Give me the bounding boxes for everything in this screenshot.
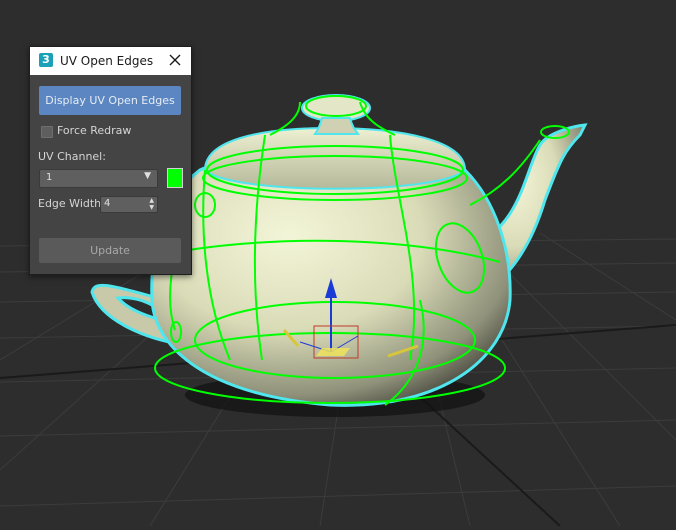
teapot-lid <box>203 126 467 190</box>
spinner-arrows-icon[interactable]: ▲ ▼ <box>149 197 154 211</box>
force-redraw-label: Force Redraw <box>57 124 132 137</box>
display-uv-open-edges-button[interactable]: Display UV Open Edges <box>39 86 181 115</box>
gizmo-axis-label: z <box>330 266 335 276</box>
teapot-knob-stem <box>313 117 360 135</box>
uv-open-edges-dialog: 3 UV Open Edges Display UV Open Edges Fo… <box>29 46 192 275</box>
uv-channel-label: UV Channel: <box>38 150 106 163</box>
edge-color-swatch[interactable] <box>167 168 183 188</box>
update-button[interactable]: Update <box>39 238 181 263</box>
close-icon <box>169 54 181 66</box>
dialog-title: UV Open Edges <box>60 54 154 68</box>
force-redraw-checkbox[interactable] <box>41 126 53 138</box>
edge-width-value: 4 <box>104 198 111 209</box>
uv-channel-value: 1 <box>46 172 53 183</box>
dialog-titlebar[interactable]: 3 UV Open Edges <box>30 47 191 75</box>
edge-width-label: Edge Width: <box>38 197 105 210</box>
app-icon: 3 <box>39 53 53 67</box>
uv-channel-dropdown[interactable]: 1 ▼ <box>39 169 158 188</box>
edge-width-spinner[interactable]: 4 ▲ ▼ <box>100 196 158 213</box>
close-button[interactable] <box>166 51 184 69</box>
dropdown-arrow-icon: ▼ <box>144 171 151 181</box>
